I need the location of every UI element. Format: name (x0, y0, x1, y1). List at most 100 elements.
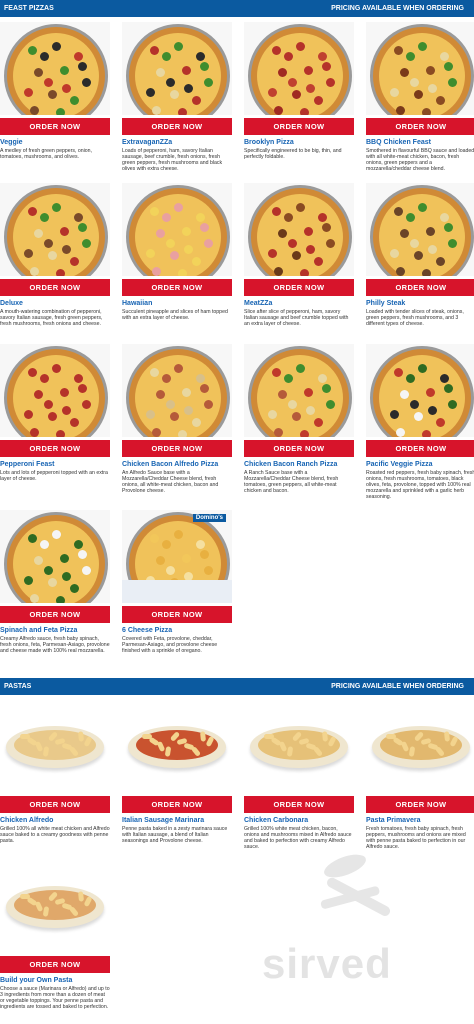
pizza-image[interactable] (0, 344, 110, 437)
pasta-image[interactable] (122, 700, 232, 793)
order-now-button[interactable]: ORDER NOW (0, 118, 110, 135)
pizza-image[interactable] (122, 183, 232, 276)
item-name[interactable]: Veggie (0, 139, 110, 147)
pizza-item-chicken-bacon-ranch-pizza: ORDER NOW Chicken Bacon Ranch Pizza A Ranc… (244, 344, 354, 494)
pizza-item-extravaganzza: ORDER NOW ExtravaganZZa Loads of pepperoni… (122, 22, 232, 172)
pricing-note: PRICING AVAILABLE WHEN ORDERING (331, 683, 464, 690)
item-description: Creamy Alfredo sauce, fresh baby spinach… (0, 636, 110, 654)
item-description: Specifically engineered to be big, thin,… (244, 148, 342, 160)
item-name[interactable]: Pacific Veggie Pizza (366, 461, 474, 469)
section-title: FEAST PIZZAS (4, 5, 54, 12)
item-description: Penne pasta baked in a zesty marinara sa… (122, 826, 228, 844)
pasta-image[interactable] (0, 860, 110, 953)
pizza-item-deluxe: ORDER NOW Deluxe A mouth-watering combinat… (0, 183, 110, 327)
order-now-button[interactable]: ORDER NOW (0, 606, 110, 623)
pizza-image[interactable] (0, 183, 110, 276)
item-name[interactable]: BBQ Chicken Feast (366, 139, 474, 147)
pizza-image[interactable] (244, 183, 354, 276)
pasta-image[interactable] (366, 700, 474, 793)
order-now-button[interactable]: ORDER NOW (122, 606, 232, 623)
order-now-button[interactable]: ORDER NOW (122, 440, 232, 457)
pasta-image[interactable] (0, 700, 110, 793)
order-now-button[interactable]: ORDER NOW (0, 956, 110, 973)
order-now-button[interactable]: ORDER NOW (122, 796, 232, 813)
order-now-button[interactable]: ORDER NOW (244, 440, 354, 457)
pizza-box (122, 580, 232, 603)
pizza-item-veggie: ORDER NOW Veggie A medley of fresh green p… (0, 22, 110, 160)
pizza-image[interactable] (244, 22, 354, 115)
item-description: An Alfredo Sauce base with a Mozzarella/… (122, 470, 219, 494)
item-description: Choose a sauce (Marinara or Alfredo) and… (0, 986, 110, 1010)
pasta-item-build-your-own-pasta: ORDER NOW Build your Own Pasta Choose a sa… (0, 860, 110, 1010)
pizza-image[interactable] (122, 344, 232, 437)
order-now-button[interactable]: ORDER NOW (366, 279, 474, 296)
order-now-button[interactable]: ORDER NOW (366, 440, 474, 457)
pricing-note: PRICING AVAILABLE WHEN ORDERING (331, 5, 464, 12)
pizza-item-chicken-bacon-alfredo-pizza: ORDER NOW Chicken Bacon Alfredo Pizza An A… (122, 344, 232, 494)
pizza-item-pepperoni-feast: ORDER NOW Pepperoni Feast Lots and lots of… (0, 344, 110, 482)
item-name[interactable]: Brooklyn Pizza (244, 139, 354, 147)
item-name[interactable]: Build your Own Pasta (0, 977, 110, 985)
item-description: Loads of pepperoni, ham, savory Italian … (122, 148, 223, 172)
item-name[interactable]: Chicken Bacon Alfredo Pizza (122, 461, 232, 469)
item-description: Covered with Feta, provolone, cheddar, P… (122, 636, 218, 654)
pizza-image[interactable] (366, 22, 474, 115)
item-name[interactable]: MeatZZa (244, 300, 354, 308)
pastas-header: PASTAS PRICING AVAILABLE WHEN ORDERING (0, 678, 474, 695)
item-name[interactable]: Philly Steak (366, 300, 474, 308)
order-now-button[interactable]: ORDER NOW (0, 279, 110, 296)
item-name[interactable]: ExtravaganZZa (122, 139, 232, 147)
item-description: Slice after slice of pepperoni, ham, sav… (244, 309, 349, 327)
item-description: A medley of fresh green peppers, onion, … (0, 148, 92, 160)
order-now-button[interactable]: ORDER NOW (0, 796, 110, 813)
pizza-image[interactable] (366, 183, 474, 276)
item-name[interactable]: Chicken Bacon Ranch Pizza (244, 461, 354, 469)
sirved-logo-icon (320, 854, 391, 916)
order-now-button[interactable]: ORDER NOW (244, 279, 354, 296)
item-name[interactable]: Deluxe (0, 300, 110, 308)
pasta-image[interactable] (244, 700, 354, 793)
pizza-image[interactable] (244, 344, 354, 437)
item-description: A Ranch Sauce base with a Mozzarella/Che… (244, 470, 339, 494)
item-name[interactable]: Pasta Primavera (366, 817, 474, 825)
item-description: Loaded with tender slices of steak, onio… (366, 309, 464, 327)
pizza-image[interactable] (366, 344, 474, 437)
pasta-item-pasta-primavera: ORDER NOW Pasta Primavera Fresh tomatoes, … (366, 700, 474, 850)
pasta-item-italian-sausage-marinara: ORDER NOW Italian Sausage Marinara Penne p… (122, 700, 232, 844)
pizza-image[interactable] (0, 510, 110, 603)
watermark: sirved (262, 940, 392, 987)
pizza-item-6-cheese-pizza: Domino's ORDER NOW 6 Cheese Pizza Covered w… (122, 510, 232, 654)
pizza-image[interactable]: Domino's (122, 510, 232, 603)
pizza-item-philly-steak: ORDER NOW Philly Steak Loaded with tender … (366, 183, 474, 327)
item-name[interactable]: Chicken Alfredo (0, 817, 110, 825)
item-description: Succulent pineapple and slices of ham to… (122, 309, 228, 321)
item-name[interactable]: Pepperoni Feast (0, 461, 110, 469)
pizza-item-pacific-veggie-pizza: ORDER NOW Pacific Veggie Pizza Roasted red… (366, 344, 474, 500)
order-now-button[interactable]: ORDER NOW (0, 440, 110, 457)
item-description: Smothered in flavourful BBQ sauce and lo… (366, 148, 474, 172)
item-name[interactable]: Italian Sausage Marinara (122, 817, 232, 825)
order-now-button[interactable]: ORDER NOW (366, 796, 474, 813)
item-description: Grilled 100% all white meat chicken and … (0, 826, 110, 844)
order-now-button[interactable]: ORDER NOW (366, 118, 474, 135)
pasta-item-chicken-carbonara: ORDER NOW Chicken Carbonara Grilled 100% w… (244, 700, 354, 850)
pizza-item-brooklyn-pizza: ORDER NOW Brooklyn Pizza Specifically engi… (244, 22, 354, 160)
feast-pizzas-header: FEAST PIZZAS PRICING AVAILABLE WHEN ORDE… (0, 0, 474, 17)
item-name[interactable]: Spinach and Feta Pizza (0, 627, 110, 635)
item-description: A mouth-watering combination of pepperon… (0, 309, 103, 327)
item-name[interactable]: Chicken Carbonara (244, 817, 354, 825)
pizza-image[interactable] (0, 22, 110, 115)
order-now-button[interactable]: ORDER NOW (244, 796, 354, 813)
order-now-button[interactable]: ORDER NOW (244, 118, 354, 135)
order-now-button[interactable]: ORDER NOW (122, 118, 232, 135)
item-name[interactable]: Hawaiian (122, 300, 232, 308)
item-description: Roasted red peppers, fresh baby spinach,… (366, 470, 474, 500)
section-title: PASTAS (4, 683, 32, 690)
item-name[interactable]: 6 Cheese Pizza (122, 627, 232, 635)
pizza-item-spinach-and-feta-pizza: ORDER NOW Spinach and Feta Pizza Creamy Al… (0, 510, 110, 654)
order-now-button[interactable]: ORDER NOW (122, 279, 232, 296)
pizza-item-meatzza: ORDER NOW MeatZZa Slice after slice of pep… (244, 183, 354, 327)
item-description: Lots and lots of pepperoni topped with a… (0, 470, 108, 482)
pizza-image[interactable] (122, 22, 232, 115)
box-brand-label: Domino's (192, 514, 226, 522)
